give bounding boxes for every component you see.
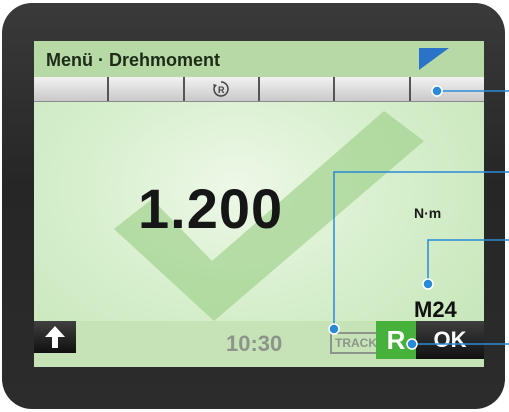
callout-dot-toolbar [431,85,443,97]
callout-dot-thread [422,278,434,290]
callout-lines [328,85,509,350]
callout-line-thread [427,239,509,284]
callout-dot-r-button [406,338,418,350]
callout-line-track [333,171,509,329]
callout-dot-track [328,323,340,335]
